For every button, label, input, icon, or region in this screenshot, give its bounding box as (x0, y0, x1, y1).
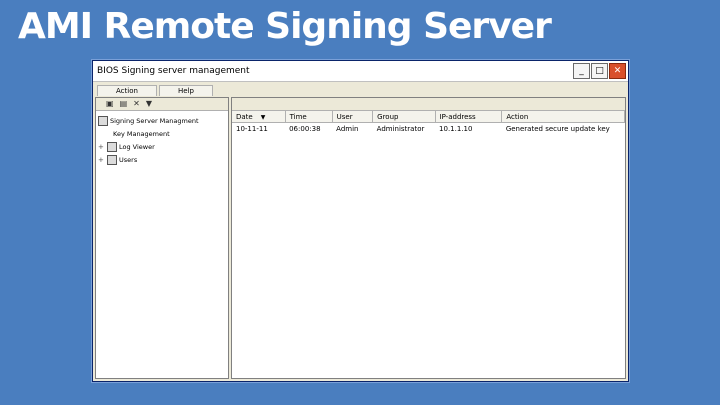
tree-item-label: Log Viewer (119, 142, 155, 151)
sort-arrow-icon: ▼ (260, 113, 266, 121)
cell-ip-address: 10.1.1.10 (439, 125, 473, 133)
log-pane-header (232, 98, 625, 111)
menu-help[interactable]: Help (158, 85, 213, 96)
tree-item-label: Users (119, 155, 138, 164)
column-time[interactable]: Time (285, 111, 333, 123)
close-button[interactable]: ✕ (609, 63, 626, 79)
log-icon (107, 141, 117, 152)
cell-group: Administrator (376, 125, 425, 133)
tree-root[interactable]: Signing Server Managment (98, 114, 226, 127)
column-ip-address[interactable]: IP-address (435, 111, 503, 123)
window-title: BIOS Signing server management (97, 66, 250, 76)
cell-action: Generated secure update key (505, 125, 610, 133)
expand-icon[interactable]: + (98, 143, 107, 151)
table-row[interactable]: 10-11-11 06:00:38 Admin Administrator 10… (232, 123, 625, 136)
column-date[interactable]: Date ▼ (232, 111, 286, 123)
save-as-icon[interactable]: ▤ (120, 100, 128, 108)
maximize-button[interactable]: □ (591, 63, 608, 79)
server-icon (98, 115, 108, 126)
window-controls: _ □ ✕ (573, 63, 628, 79)
tree-item-key-management[interactable]: Key Management (98, 127, 226, 140)
column-date-label: Date (236, 112, 253, 121)
slide-title: AMI Remote Signing Server (18, 6, 552, 47)
log-table: Date ▼ Time User Group IP-address Action … (232, 111, 625, 135)
save-icon[interactable]: ▣ (106, 100, 114, 108)
tree-root-label: Signing Server Managment (110, 116, 199, 125)
cell-date: 10-11-11 (236, 125, 268, 133)
tree-item-users[interactable]: + Users (98, 153, 226, 166)
app-window: BIOS Signing server management _ □ ✕ Act… (92, 60, 629, 382)
tree-item-label: Key Management (113, 129, 170, 138)
window-titlebar[interactable]: BIOS Signing server management _ □ ✕ (93, 61, 628, 82)
filter-icon[interactable]: ▼ (146, 100, 152, 108)
menu-action[interactable]: Action (97, 85, 157, 96)
column-action[interactable]: Action (501, 111, 625, 123)
menu-bar: Action Help (93, 82, 628, 96)
column-group[interactable]: Group (372, 111, 436, 123)
delete-icon[interactable]: ✕ (133, 100, 140, 108)
log-pane: Date ▼ Time User Group IP-address Action … (231, 97, 626, 379)
cell-time: 06:00:38 (289, 125, 321, 133)
tree-item-log-viewer[interactable]: + Log Viewer (98, 140, 226, 153)
main-panes: ▣ ▤ ✕ ▼ Signing Server Managment Key Man… (95, 97, 626, 379)
expand-icon[interactable]: + (98, 156, 107, 164)
tree-view: Signing Server Managment Key Management … (96, 111, 228, 169)
tree-pane: ▣ ▤ ✕ ▼ Signing Server Managment Key Man… (95, 97, 229, 379)
minimize-button[interactable]: _ (573, 63, 590, 79)
users-icon (107, 154, 117, 165)
column-user[interactable]: User (332, 111, 374, 123)
cell-user: Admin (336, 125, 359, 133)
toolbar: ▣ ▤ ✕ ▼ (96, 98, 228, 111)
log-table-header: Date ▼ Time User Group IP-address Action (232, 111, 625, 123)
